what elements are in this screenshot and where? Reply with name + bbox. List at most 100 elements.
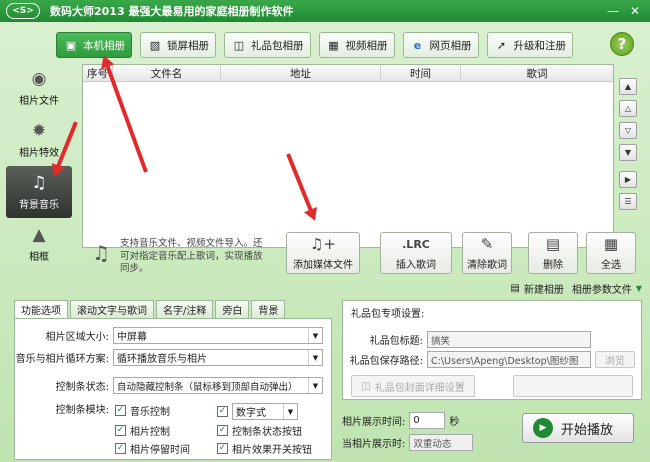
details-icon[interactable]: ☰ <box>619 193 637 210</box>
display-time-row: 相片展示时间: 0 秒 <box>342 412 459 429</box>
select-all-label: 全选 <box>601 259 621 271</box>
new-album-button[interactable]: ▤ 新建相册 <box>510 281 563 296</box>
digital-style-select[interactable]: 数字式 ▼ <box>232 403 298 420</box>
trash-icon: ▤ <box>545 235 561 253</box>
tab-function-options[interactable]: 功能选项 <box>14 300 68 319</box>
browse-button[interactable]: 浏览 <box>595 351 635 368</box>
lrc-icon: .LRC <box>402 237 430 251</box>
tab-upgrade[interactable]: ➚ 升级和注册 <box>486 32 573 58</box>
tab-label: 礼品包相册 <box>251 39 304 52</box>
display-time-value: 0 <box>413 415 420 426</box>
when-display-row: 当相片展示时: 双重动态 <box>342 434 474 451</box>
move-down-icon[interactable]: ▽ <box>619 122 637 139</box>
column-header-filename[interactable]: 文件名 <box>113 65 221 81</box>
album-params-label: 相册参数文件 <box>571 284 632 296</box>
tab-lockscreen-album[interactable]: ▧ 锁屏相册 <box>140 32 216 58</box>
frame-icon: ▲ <box>32 225 46 245</box>
tab-label: 升级和注册 <box>513 39 567 52</box>
tab-gift-album[interactable]: ◫ 礼品包相册 <box>224 32 311 58</box>
display-time-spinner[interactable]: 0 <box>409 412 446 429</box>
playback-panel: 相片展示时间: 0 秒 当相片展示时: 双重动态 ▶ 开始播放 <box>342 406 642 462</box>
photo-area-select[interactable]: 中屏幕 ▼ <box>113 327 323 344</box>
controlbar-state-button-checkbox[interactable]: ✓ 控制条状态按钮 <box>217 423 302 438</box>
column-header-path[interactable]: 地址 <box>221 65 381 81</box>
gift-title-input[interactable]: 搞笑 <box>427 331 591 348</box>
checkbox-label: 数字式 <box>236 408 266 419</box>
options-panel: 功能选项 滚动文字与歌词 名字/注释 旁白 背景 相片区域大小: 中屏幕 ▼ 音… <box>14 300 332 460</box>
app-title: 数码大师2013 最强大最易用的家庭相册制作软件 <box>50 5 294 18</box>
column-header-lyrics[interactable]: 歌词 <box>461 65 613 81</box>
insert-lyrics-label: 插入歌词 <box>396 259 436 271</box>
photo-duration-checkbox[interactable]: ✓ 相片停留时间 <box>115 441 190 456</box>
gift-path-label: 礼品包保存路径: <box>349 356 423 367</box>
delete-button[interactable]: ▤ 删除 <box>528 232 578 274</box>
tab-video-album[interactable]: ▦ 视频相册 <box>318 32 395 58</box>
add-media-button[interactable]: ♫+ 添加媒体文件 <box>286 232 360 274</box>
gift-cover-label: 礼品包封面详细设置 <box>374 382 465 394</box>
sidebar-item-photos[interactable]: ◉ 相片文件 <box>6 62 72 114</box>
gift-path-row: 礼品包保存路径: C:\Users\Apeng\Desktop\图纱图 浏览 <box>343 351 635 368</box>
photo-area-row: 相片区域大小: 中屏幕 ▼ <box>15 327 323 344</box>
gift-title-row: 礼品包标题: 搞笑 <box>343 331 591 348</box>
clear-lyrics-label: 清除歌词 <box>467 259 507 271</box>
tab-background[interactable]: 背景 <box>251 300 286 319</box>
minimize-icon[interactable]: — <box>604 2 622 19</box>
close-icon[interactable]: ✕ <box>626 2 644 19</box>
checkbox-label: 控制条状态按钮 <box>232 427 302 438</box>
tab-web-album[interactable]: e 网页相册 <box>402 32 479 58</box>
photo-effect-toggle-checkbox[interactable]: ✓ 相片效果开关按钮 <box>217 441 312 456</box>
tab-name-notes[interactable]: 名字/注释 <box>156 300 214 319</box>
music-note-icon: ♫ <box>31 173 47 193</box>
display-time-unit: 秒 <box>449 417 460 428</box>
checkbox-label: 音乐控制 <box>130 407 170 418</box>
gift-preview-button[interactable] <box>513 375 633 397</box>
tab-scroll-text[interactable]: 滚动文字与歌词 <box>70 300 154 319</box>
loop-row: 音乐与相片循环方案: 循环播放音乐与相片 ▼ <box>15 349 323 366</box>
options-tab-bar: 功能选项 滚动文字与歌词 名字/注释 旁白 背景 <box>14 300 332 319</box>
photo-control-checkbox[interactable]: ✓ 相片控制 <box>115 423 170 438</box>
tab-local-album[interactable]: ▣ 本机相册 <box>56 32 132 58</box>
checkbox-label: 相片效果开关按钮 <box>232 445 312 456</box>
monitor-icon: ▧ <box>149 38 161 52</box>
move-up-icon[interactable]: △ <box>619 100 637 117</box>
start-playback-button[interactable]: ▶ 开始播放 <box>522 413 634 443</box>
camera-icon: ◉ <box>31 69 47 89</box>
insert-lyrics-button[interactable]: .LRC 插入歌词 <box>380 232 452 274</box>
checkmark-icon: ✓ <box>217 406 228 417</box>
gift-path-input[interactable]: C:\Users\Apeng\Desktop\图纱图 <box>427 351 591 368</box>
controlbar-state-label: 控制条状态: <box>55 382 109 393</box>
column-header-time[interactable]: 时间 <box>381 65 461 81</box>
checkmark-icon: ✓ <box>115 443 126 454</box>
select-all-button[interactable]: ▦ 全选 <box>586 232 636 274</box>
album-params-button[interactable]: 相册参数文件 ▼ <box>572 281 642 296</box>
move-bottom-icon[interactable]: ▼ <box>619 144 637 161</box>
controlbar-state-select[interactable]: 自动隐藏控制条（鼠标移到顶部自动弹出） ▼ <box>113 377 323 394</box>
checkmark-icon: ✓ <box>217 443 228 454</box>
sidebar: ◉ 相片文件 ✹ 相片特效 ♫ 背景音乐 ▲ 相框 <box>6 62 78 282</box>
tab-narration[interactable]: 旁白 <box>215 300 250 319</box>
play-preview-icon[interactable]: ▶ <box>619 171 637 188</box>
photo-area-value: 中屏幕 <box>117 332 147 343</box>
chevron-down-icon: ▼ <box>308 328 322 343</box>
checkbox-label: 相片停留时间 <box>130 445 190 456</box>
digital-checkbox[interactable]: ✓ 数字式 ▼ <box>217 403 298 420</box>
sidebar-item-label: 相框 <box>29 252 49 263</box>
chevron-down-icon: ▼ <box>283 404 297 419</box>
gift-icon: ◫ <box>233 38 245 52</box>
effects-icon: ✹ <box>31 121 47 141</box>
gift-cover-settings-button[interactable]: ◫ 礼品包封面详细设置 <box>351 375 475 397</box>
music-control-checkbox[interactable]: ✓ 音乐控制 <box>115 403 170 418</box>
when-display-select[interactable]: 双重动态 <box>409 434 474 451</box>
clear-lyrics-button[interactable]: ✎ 清除歌词 <box>462 232 512 274</box>
sidebar-item-frame[interactable]: ▲ 相框 <box>6 218 72 270</box>
tab-label: 视频相册 <box>345 39 388 52</box>
help-button[interactable]: ? <box>610 32 634 56</box>
move-top-icon[interactable]: ▲ <box>619 78 637 95</box>
loop-select[interactable]: 循环播放音乐与相片 ▼ <box>113 349 323 366</box>
main-window: ▣ 本机相册 ▧ 锁屏相册 ◫ 礼品包相册 ▦ 视频相册 e 网页相册 ➚ 升级… <box>0 22 650 462</box>
media-list[interactable]: 序号 文件名 地址 时间 歌词 <box>82 64 614 248</box>
new-album-label: 新建相册 <box>523 284 564 296</box>
checkbox-label: 相片控制 <box>130 427 170 438</box>
chevron-down-icon: ▼ <box>308 378 322 393</box>
list-header: 序号 文件名 地址 时间 歌词 <box>83 65 613 82</box>
